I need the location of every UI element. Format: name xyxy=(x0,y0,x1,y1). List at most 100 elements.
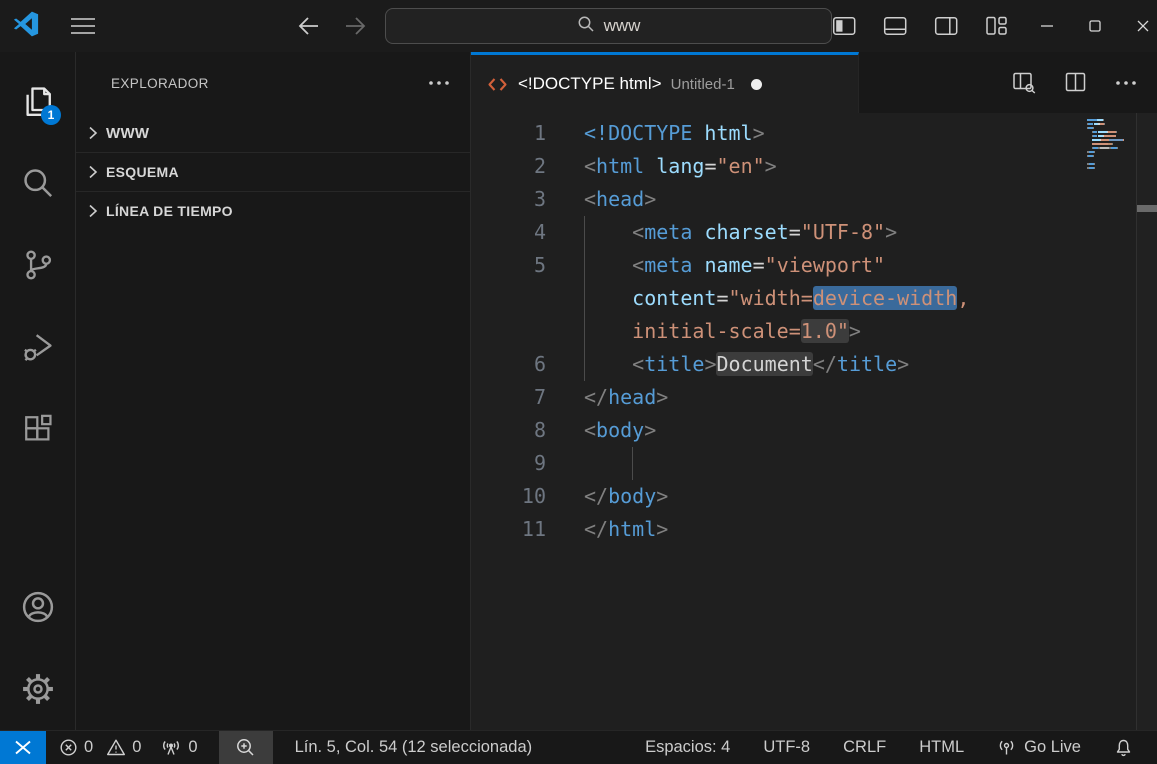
split-editor-icon[interactable] xyxy=(1064,71,1088,94)
zoom-status[interactable] xyxy=(218,731,273,764)
activitybar-source-control[interactable] xyxy=(0,224,75,306)
more-actions-icon[interactable] xyxy=(1115,79,1137,87)
sidebar-more-actions-icon[interactable] xyxy=(428,74,450,92)
extensions-icon xyxy=(24,414,52,441)
error-count: 0 xyxy=(84,738,94,756)
line-number xyxy=(471,315,546,348)
activitybar-run-debug[interactable] xyxy=(0,306,75,388)
search-value: www xyxy=(603,16,641,35)
title-bar: www xyxy=(0,0,1157,52)
code-line: 11 </html> xyxy=(471,513,1157,546)
warning-count: 0 xyxy=(132,738,142,756)
minimap[interactable] xyxy=(1087,119,1133,171)
code-line: 2 <html lang="en"> xyxy=(471,150,1157,183)
activity-bar: 1 xyxy=(0,52,76,730)
code-line: content="width=device-width, xyxy=(471,282,1157,315)
radio-tower-icon xyxy=(163,741,180,755)
editor-body[interactable]: 1 <!DOCTYPE html> 2 <html lang="en"> 3 <head>… xyxy=(471,113,1157,730)
sidebar-section-www[interactable]: WWW xyxy=(76,114,470,152)
section-label: ESQUEMA xyxy=(106,164,179,180)
layout-controls xyxy=(832,15,1009,37)
toggle-panel-icon[interactable] xyxy=(883,15,908,37)
sidebar-explorer: EXPLORADOR WWW ESQUEMA LÍNEA DE TIEMPO xyxy=(76,52,471,730)
go-forward-icon[interactable] xyxy=(343,15,367,37)
code-line: 8 <body> xyxy=(471,414,1157,447)
open-preview-icon[interactable] xyxy=(1012,71,1037,94)
chevron-right-icon xyxy=(89,126,98,140)
code-line: 1 <!DOCTYPE html> xyxy=(471,117,1157,150)
remote-icon xyxy=(15,740,31,755)
workbench: 1 EXPLORADOR WWW ESQUEMA LÍNEA DE TIEMPO… xyxy=(0,52,1157,730)
menu-hamburger-icon[interactable] xyxy=(70,15,96,37)
window-controls xyxy=(1039,18,1151,34)
line-number: 6 xyxy=(533,352,546,376)
modified-dot-icon[interactable] xyxy=(750,78,762,90)
editor-actions xyxy=(1012,52,1157,113)
activitybar-accounts[interactable] xyxy=(0,566,75,648)
line-number: 9 xyxy=(533,451,546,475)
history-navigation xyxy=(297,15,367,37)
chevron-right-icon xyxy=(89,165,98,179)
close-window-icon[interactable] xyxy=(1135,18,1151,34)
sidebar-title: EXPLORADOR xyxy=(111,75,209,91)
code-line: 6 <title>Document</title> xyxy=(471,348,1157,381)
chevron-right-icon xyxy=(89,204,98,218)
line-number xyxy=(471,282,546,315)
line-number: 2 xyxy=(533,154,546,178)
warning-icon xyxy=(107,739,126,756)
line-number: 10 xyxy=(521,484,546,508)
scrollbar-selection-marker xyxy=(1137,205,1157,212)
command-center-search[interactable]: www xyxy=(385,8,832,44)
titlebar-right xyxy=(832,15,1157,37)
gear-icon xyxy=(22,674,53,704)
language-mode-status[interactable]: HTML xyxy=(919,738,964,757)
customize-layout-icon[interactable] xyxy=(985,15,1009,37)
line-number: 11 xyxy=(521,517,546,541)
activitybar-explorer[interactable]: 1 xyxy=(0,60,75,142)
eol-status[interactable]: CRLF xyxy=(843,738,886,757)
explorer-badge: 1 xyxy=(41,105,61,125)
line-number: 8 xyxy=(533,418,546,442)
activitybar-settings[interactable] xyxy=(0,648,75,730)
sidebar-section-timeline[interactable]: LÍNEA DE TIEMPO xyxy=(76,191,470,230)
code-line: 4 <meta charset="UTF-8"> xyxy=(471,216,1157,249)
code-line: 9 xyxy=(471,447,1157,480)
code-line: initial-scale=1.0"> xyxy=(471,315,1157,348)
statusbar-right: Espacios: 4 UTF-8 CRLF HTML Go Live xyxy=(645,738,1157,758)
titlebar-left xyxy=(0,10,385,43)
activitybar-search[interactable] xyxy=(0,142,75,224)
code-line: 10 </body> xyxy=(471,480,1157,513)
section-label: WWW xyxy=(106,124,150,142)
error-icon xyxy=(60,739,77,756)
code-line: 3 <head> xyxy=(471,183,1157,216)
scrollbar[interactable] xyxy=(1136,113,1157,730)
go-live-status[interactable]: Go Live xyxy=(997,738,1081,757)
code-line: 5 <meta name="viewport" xyxy=(471,249,1157,282)
cursor-position-status[interactable]: Lín. 5, Col. 54 (12 seleccionada) xyxy=(295,738,533,757)
line-number: 4 xyxy=(533,220,546,244)
status-bar: 0 0 0 Lín. 5, Col. 54 (12 seleccionada) … xyxy=(0,730,1157,764)
line-number: 7 xyxy=(533,385,546,409)
maximize-icon[interactable] xyxy=(1087,18,1103,34)
tab-bar: <!DOCTYPE html> Untitled-1 xyxy=(471,52,1157,113)
section-label: LÍNEA DE TIEMPO xyxy=(106,203,233,219)
toggle-secondary-sidebar-icon[interactable] xyxy=(934,15,959,37)
vscode-logo-icon xyxy=(12,10,40,43)
toggle-primary-sidebar-icon[interactable] xyxy=(832,15,857,37)
indentation-status[interactable]: Espacios: 4 xyxy=(645,738,730,757)
remote-indicator[interactable] xyxy=(0,731,46,764)
sidebar-section-outline[interactable]: ESQUEMA xyxy=(76,152,470,191)
tab-untitled-1[interactable]: <!DOCTYPE html> Untitled-1 xyxy=(471,52,859,113)
notifications-bell[interactable] xyxy=(1114,738,1133,758)
activitybar-extensions[interactable] xyxy=(0,388,75,470)
editor-group: <!DOCTYPE html> Untitled-1 1 <!DOCTYPE h… xyxy=(471,52,1157,730)
ports-status[interactable]: 0 xyxy=(160,738,198,757)
encoding-status[interactable]: UTF-8 xyxy=(763,738,810,757)
line-number: 1 xyxy=(533,121,546,145)
bell-icon xyxy=(1116,739,1131,756)
code-lines: 1 <!DOCTYPE html> 2 <html lang="en"> 3 <head>… xyxy=(471,117,1157,546)
line-number: 5 xyxy=(533,253,546,277)
go-back-icon[interactable] xyxy=(297,15,321,37)
problems-status[interactable]: 0 0 xyxy=(59,738,141,757)
minimize-icon[interactable] xyxy=(1039,18,1055,34)
